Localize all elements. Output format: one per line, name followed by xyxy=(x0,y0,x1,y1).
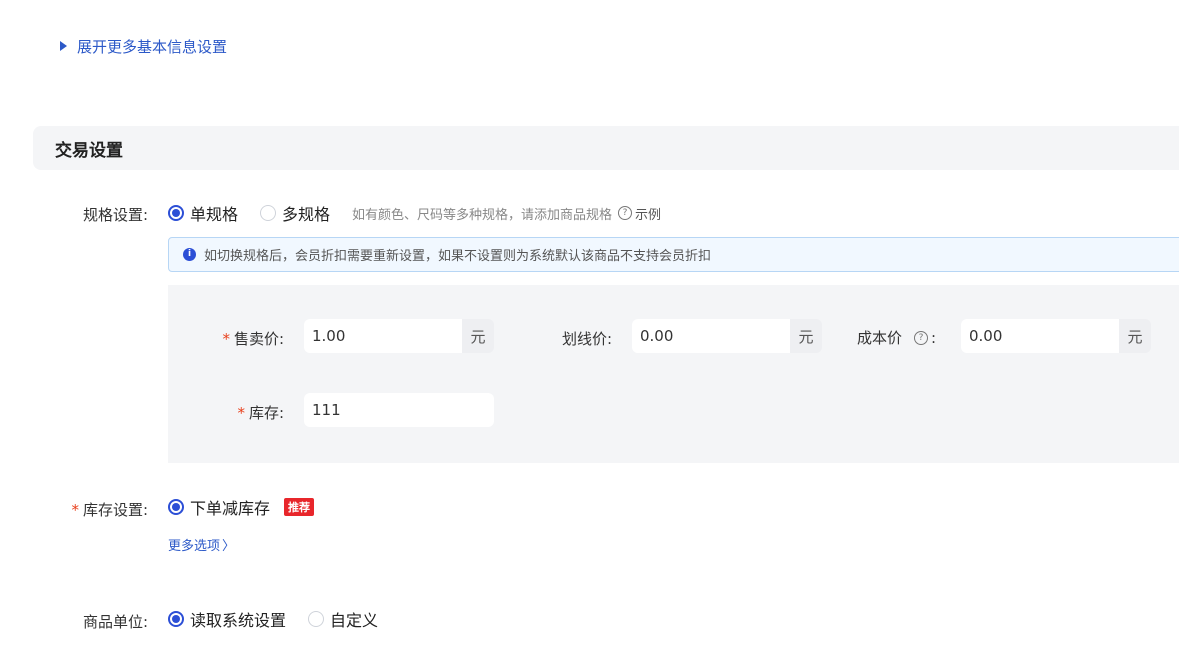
cost-price-label: 成本价 ? : xyxy=(857,327,936,348)
radio-checked-icon xyxy=(168,205,184,221)
product-unit-radio-group: 读取系统设置 自定义 xyxy=(168,608,378,630)
more-options-label: 更多选项 xyxy=(168,539,221,554)
product-unit-label: 商品单位: xyxy=(82,613,148,631)
required-mark: * xyxy=(237,404,245,422)
notice-text: 如切换规格后，会员折扣需要重新设置，如果不设置则为系统默认该商品不支持会员折扣 xyxy=(204,249,712,264)
recommend-badge: 推荐 xyxy=(284,498,315,516)
inventory-deduct-on-order-radio[interactable]: 下单减库存 xyxy=(168,495,270,519)
spec-hint: 如有颜色、尺码等多种规格，请添加商品规格 xyxy=(352,207,613,223)
cost-price-input[interactable]: 0.00 xyxy=(961,319,1119,353)
expand-basic-info-label: 展开更多基本信息设置 xyxy=(77,37,228,56)
unit-system-label: 读取系统设置 xyxy=(190,611,287,630)
cost-price-label-text: 成本价 xyxy=(857,329,903,347)
spec-single-radio[interactable]: 单规格 xyxy=(168,201,238,225)
sale-price-label-text: 售卖价: xyxy=(233,330,284,348)
expand-basic-info-link[interactable]: 展开更多基本信息设置 xyxy=(60,36,227,56)
inventory-setting-label-text: 库存设置: xyxy=(82,501,148,519)
cost-price-unit: 元 xyxy=(1119,319,1151,353)
chevron-right-icon: 〉 xyxy=(222,539,236,554)
help-circle-icon: ? xyxy=(618,206,633,220)
required-mark: * xyxy=(71,501,79,519)
inventory-radio-group: 下单减库存 推荐 xyxy=(168,495,315,519)
spec-single-label: 单规格 xyxy=(190,205,239,224)
help-circle-icon[interactable]: ? xyxy=(914,330,929,345)
radio-unchecked-icon xyxy=(260,205,277,221)
spec-setting-label: 规格设置: xyxy=(82,206,148,224)
spec-example-link[interactable]: ? 示例 xyxy=(618,204,661,223)
required-mark: * xyxy=(222,330,230,348)
spec-switch-notice: i 如切换规格后，会员折扣需要重新设置，如果不设置则为系统默认该商品不支持会员折… xyxy=(168,237,1179,272)
cost-price-colon: : xyxy=(931,328,937,347)
section-title: 交易设置 xyxy=(55,141,123,161)
spec-multi-radio[interactable]: 多规格 xyxy=(260,201,330,225)
unit-system-radio[interactable]: 读取系统设置 xyxy=(168,607,286,631)
price-panel xyxy=(168,285,1179,463)
strike-price-input[interactable]: 0.00 xyxy=(632,319,790,353)
radio-checked-icon xyxy=(168,611,184,627)
sale-price-label: * 售卖价: xyxy=(196,328,284,349)
radio-checked-icon xyxy=(168,499,184,515)
unit-custom-label: 自定义 xyxy=(330,611,379,630)
sale-price-input[interactable]: 1.00 xyxy=(304,319,462,353)
strike-price-label: 划线价: xyxy=(561,330,612,348)
unit-custom-radio[interactable]: 自定义 xyxy=(308,607,378,631)
inventory-setting-label: * 库存设置: xyxy=(56,499,148,520)
more-options-link[interactable]: 更多选项〉 xyxy=(168,535,235,554)
spec-multi-label: 多规格 xyxy=(282,205,331,224)
info-icon: i xyxy=(183,248,196,261)
stock-label-text: 库存: xyxy=(248,404,284,422)
inventory-option-label: 下单减库存 xyxy=(190,499,271,518)
stock-input[interactable]: 111 xyxy=(304,393,494,427)
strike-price-unit: 元 xyxy=(790,319,822,353)
radio-unchecked-icon xyxy=(308,611,325,627)
spec-example-label: 示例 xyxy=(635,207,662,223)
stock-label: * 库存: xyxy=(196,402,284,423)
spec-radio-group: 单规格 多规格 如有颜色、尺码等多种规格，请添加商品规格 ? 示例 xyxy=(168,202,661,224)
caret-right-icon xyxy=(60,41,67,51)
section-header xyxy=(33,126,1179,170)
sale-price-unit: 元 xyxy=(462,319,494,353)
